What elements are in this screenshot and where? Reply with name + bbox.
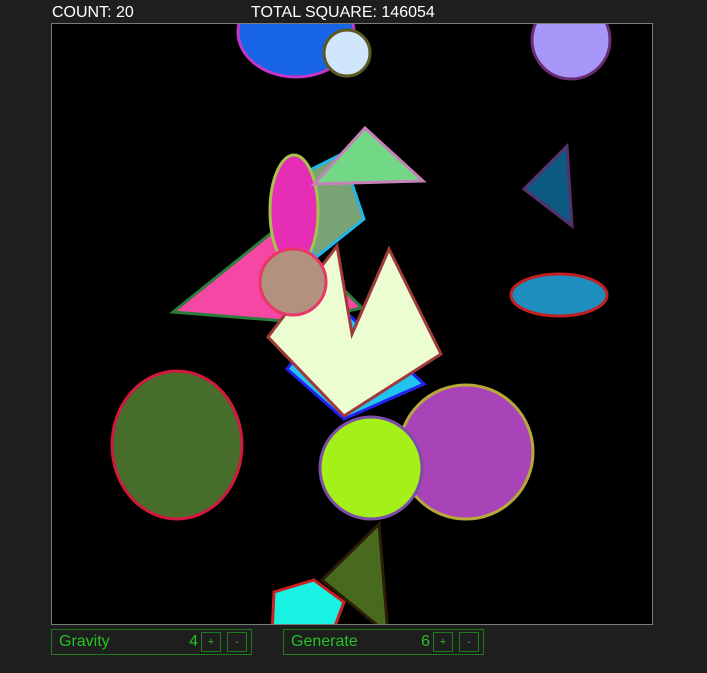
generate-control: Generate 6 + - xyxy=(283,629,484,655)
total-square-display: TOTAL SQUARE: 146054 xyxy=(251,4,435,21)
shape-teal-triangle xyxy=(521,142,574,230)
shape-lime-circle xyxy=(318,415,424,521)
shape-olive-ellipse xyxy=(110,369,244,521)
generate-value: 6 xyxy=(421,633,430,650)
shape-light-blue-circle xyxy=(322,28,372,78)
generate-plus-button[interactable]: + xyxy=(433,632,453,652)
shape-cyan-ellipse xyxy=(509,272,609,318)
shapes-layer xyxy=(110,24,612,624)
gravity-value: 4 xyxy=(189,633,198,650)
gravity-control: Gravity 4 + - xyxy=(51,629,252,655)
shape-rose-circle xyxy=(258,247,328,317)
shape-mint-triangle xyxy=(310,125,427,186)
gravity-label: Gravity xyxy=(59,633,110,650)
game-canvas[interactable] xyxy=(51,23,653,625)
gravity-plus-button[interactable]: + xyxy=(201,632,221,652)
gravity-minus-button[interactable]: - xyxy=(227,632,247,652)
shape-lavender-circle xyxy=(530,24,612,81)
generate-minus-button[interactable]: - xyxy=(459,632,479,652)
generate-label: Generate xyxy=(291,633,358,650)
count-display: COUNT: 20 xyxy=(52,4,134,21)
